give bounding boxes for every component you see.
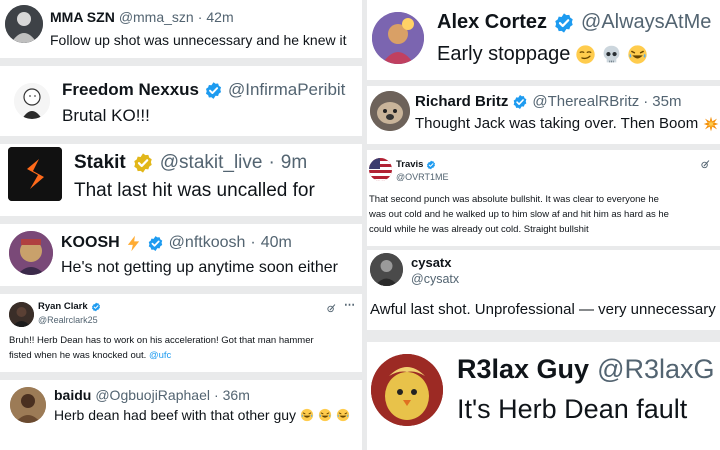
laughing-emoji [628, 44, 648, 65]
explosion-emoji [703, 116, 719, 131]
tweet-text-line: Bruh!! Herb Dean has to work on his acce… [9, 335, 314, 346]
display-name[interactable]: KOOSH [61, 234, 120, 252]
separator: · [197, 9, 203, 25]
tweet-text-line: That second punch was absolute bullshit.… [369, 194, 659, 205]
gap-divider [0, 372, 362, 380]
user-handle[interactable]: @R3laxG [597, 354, 714, 385]
timestamp[interactable]: 40m [261, 234, 292, 252]
mention-link[interactable]: @ufc [149, 350, 171, 361]
timestamp[interactable]: 35m [652, 93, 681, 110]
gap-divider [0, 286, 362, 294]
tweet-card-mma-szn[interactable]: MMA SZN @mma_szn · 42m Follow up shot wa… [0, 0, 362, 58]
avatar[interactable] [14, 83, 50, 119]
gap-divider [367, 330, 720, 342]
verified-badge-icon [132, 152, 153, 174]
tweet-card-ryan-clark[interactable]: Ryan Clark @Realrclark25 ⋯ Bruh!! Herb D… [0, 294, 362, 372]
timestamp[interactable]: 42m [206, 9, 233, 25]
display-name[interactable]: Alex Cortez [437, 11, 547, 34]
avatar[interactable] [8, 147, 62, 201]
gap-divider [0, 216, 362, 224]
tweet-text: Thought Jack was taking over. Then Boom [415, 115, 699, 132]
display-name[interactable]: baidu [54, 387, 91, 403]
laughing-emoji [300, 408, 314, 422]
tweet-text-fragment: fisted when he was knocked out. [9, 350, 147, 361]
lightning-emoji [127, 235, 139, 251]
display-name[interactable]: Richard Britz [415, 93, 508, 110]
avatar[interactable] [9, 231, 53, 275]
tweet-text: Awful last shot. Unprofessional — very u… [370, 301, 716, 318]
tweet-card-alex-cortez[interactable]: Alex Cortez @AlwaysAtMe Early stoppage [367, 0, 720, 80]
grok-icon[interactable] [700, 159, 711, 170]
display-name[interactable]: Freedom Nexxus [62, 80, 199, 100]
verified-badge-icon [147, 234, 163, 252]
tweet-card-r3lax-guy[interactable]: R3lax Guy @R3laxG It's Herb Dean fault [367, 342, 720, 450]
separator: · [643, 93, 649, 110]
user-handle[interactable]: @Realrclark25 [38, 315, 98, 325]
separator: · [250, 234, 256, 251]
user-handle[interactable]: @InfirmaPeribit [228, 80, 345, 100]
display-name[interactable]: Stakit [74, 152, 126, 174]
verified-badge-icon [513, 93, 528, 110]
more-options-icon[interactable]: ⋯ [344, 298, 355, 311]
avatar[interactable] [370, 91, 410, 131]
grok-icon[interactable] [326, 303, 337, 314]
display-name[interactable]: R3lax Guy [457, 354, 589, 385]
verified-badge-icon [91, 301, 101, 312]
avatar[interactable] [369, 158, 392, 181]
display-name[interactable]: cysatx [411, 255, 451, 270]
tweet-text: Brutal KO!!! [62, 106, 150, 125]
user-handle[interactable]: @cysatx [411, 272, 459, 286]
tweet-card-koosh[interactable]: KOOSH @nftkoosh · 40m He's not getting u… [0, 224, 362, 286]
tweet-card-freedom-nexxus[interactable]: Freedom Nexxus @InfirmaPeribit Brutal KO… [0, 66, 362, 136]
display-name[interactable]: Travis [396, 159, 423, 170]
user-handle[interactable]: @OVRT1ME [396, 172, 448, 182]
separator: · [213, 387, 219, 403]
user-handle[interactable]: @TherealRBritz [532, 93, 639, 110]
verified-badge-icon [427, 159, 436, 170]
tweet-text: Herb dean had beef with that other guy [54, 407, 297, 423]
timestamp[interactable]: 36m [223, 387, 250, 403]
laughing-emoji [336, 408, 350, 422]
user-handle[interactable]: @mma_szn [119, 9, 194, 25]
tweet-card-travis[interactable]: Travis @OVRT1ME That second punch was ab… [367, 150, 720, 246]
user-handle[interactable]: @AlwaysAtMe [581, 11, 711, 34]
tweet-text: That last hit was uncalled for [74, 180, 315, 201]
avatar[interactable] [371, 354, 443, 426]
tweet-text-line: could while he was already out cold. Str… [369, 224, 589, 235]
avatar[interactable] [370, 253, 403, 286]
smirk-emoji [576, 45, 596, 64]
display-name[interactable]: Ryan Clark [38, 301, 88, 312]
gap-divider [0, 58, 362, 66]
user-handle[interactable]: @stakit_live [160, 152, 263, 174]
tweet-text: Early stoppage [437, 43, 571, 65]
timestamp[interactable]: 9m [281, 152, 307, 174]
tweet-card-richard-britz[interactable]: Richard Britz @TherealRBritz · 35m Thoug… [367, 86, 720, 144]
avatar[interactable] [10, 387, 46, 423]
skull-emoji [604, 45, 620, 63]
tweet-card-stakit[interactable]: Stakit @stakit_live · 9m That last hit w… [0, 144, 362, 216]
tweet-text: Follow up shot was unnecessary and he kn… [50, 32, 347, 48]
laughing-emoji [318, 408, 332, 422]
verified-badge-icon [554, 11, 574, 34]
user-handle[interactable]: @OgbuojiRaphael [95, 387, 210, 403]
separator: · [268, 152, 275, 173]
tweet-card-baidu[interactable]: baidu @OgbuojiRaphael · 36m Herb dean ha… [0, 380, 362, 450]
gap-divider [0, 136, 362, 144]
avatar[interactable] [372, 12, 424, 64]
tweet-text-line: fisted when he was knocked out. @ufc [9, 350, 171, 361]
verified-badge-icon [205, 80, 222, 100]
tweet-card-cysatx[interactable]: cysatx @cysatx Awful last shot. Unprofes… [367, 250, 720, 330]
user-handle[interactable]: @nftkoosh [169, 234, 246, 252]
tweet-text: It's Herb Dean fault [457, 394, 688, 424]
avatar[interactable] [9, 302, 34, 327]
tweet-text-line: was out cold and he walked up to him slo… [369, 209, 669, 220]
avatar[interactable] [5, 5, 43, 43]
tweet-text: He's not getting up anytime soon either [61, 259, 338, 276]
display-name[interactable]: MMA SZN [50, 9, 115, 25]
